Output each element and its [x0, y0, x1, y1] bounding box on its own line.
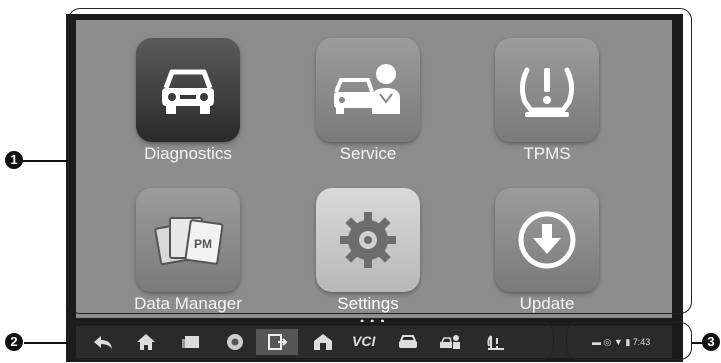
- callout-frame-apps: [68, 8, 692, 314]
- callout-leader-1: [22, 160, 68, 162]
- callout-3: 3: [702, 333, 720, 351]
- callout-frame-navigation: [68, 322, 554, 360]
- callout-leader-2: [24, 342, 68, 344]
- callout-2: 2: [5, 333, 23, 351]
- callout-1: 1: [5, 151, 23, 169]
- callout-frame-status: [566, 322, 692, 360]
